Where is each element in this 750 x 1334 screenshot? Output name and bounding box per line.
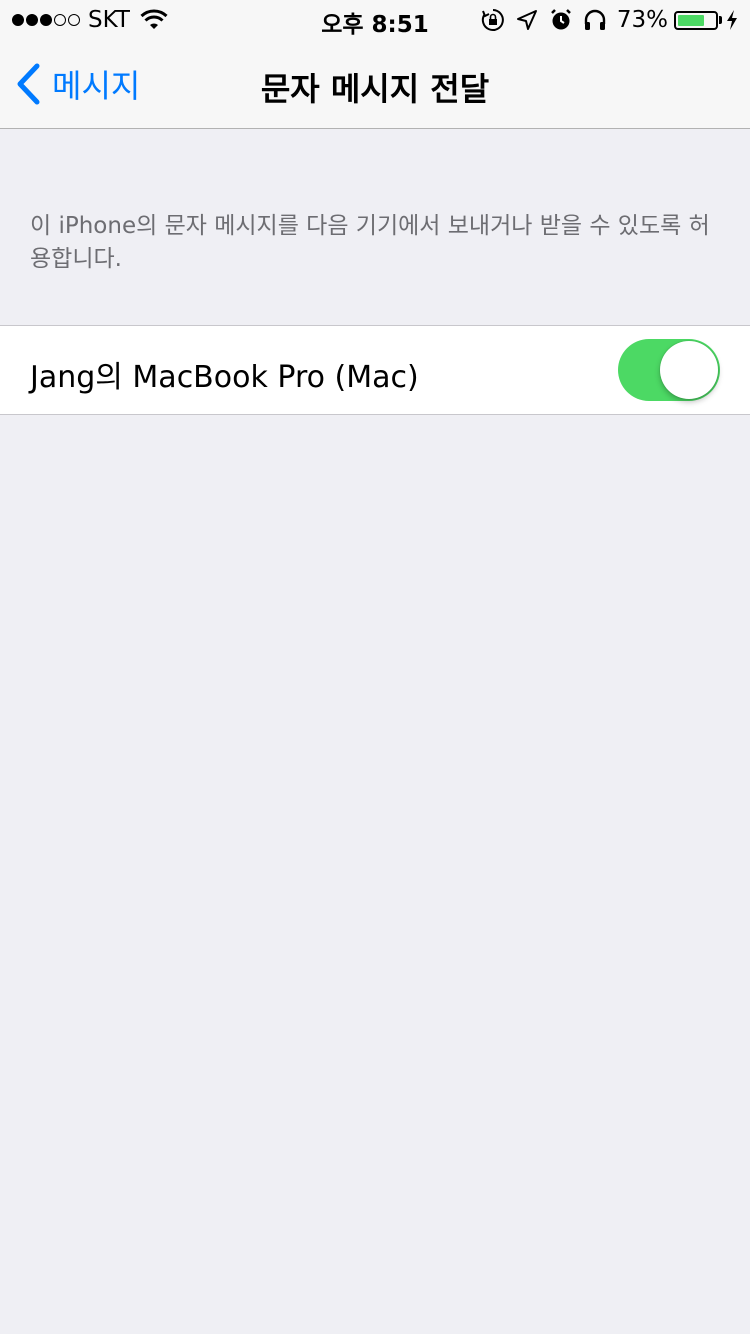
device-toggle-switch[interactable] (618, 339, 720, 401)
section-description: 이 iPhone의 문자 메시지를 다음 기기에서 보내거나 받을 수 있도록 … (30, 213, 710, 272)
charging-bolt-icon (727, 10, 737, 30)
device-row: Jang의 MacBook Pro (Mac) (0, 325, 750, 415)
alarm-clock-icon (550, 9, 571, 30)
battery-cap (719, 16, 722, 24)
battery-level (678, 14, 704, 26)
rotation-lock-icon (481, 9, 504, 31)
device-label: Jang의 MacBook Pro (Mac) (30, 360, 419, 395)
battery-icon (674, 10, 718, 30)
toggle-knob (660, 341, 718, 399)
page-title: 문자 메시지 전달 (260, 70, 490, 108)
status-bar: SKT 오후 8:51 73% (0, 0, 750, 40)
location-arrow-icon (516, 10, 537, 30)
navigation-bar: 메시지 문자 메시지 전달 (0, 40, 750, 129)
headphones-icon (584, 9, 606, 30)
battery-percent: 73% (616, 7, 668, 33)
